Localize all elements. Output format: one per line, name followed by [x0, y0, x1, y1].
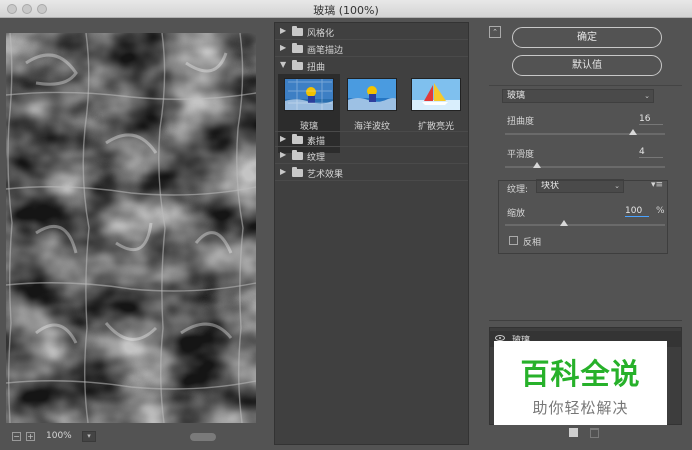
new-effect-layer-icon[interactable]	[569, 428, 578, 437]
category-label: 纹理	[307, 153, 326, 163]
category-brush-strokes[interactable]: ▶ 画笔描边	[275, 41, 468, 57]
watermark-subtitle: 助你轻松解决	[532, 399, 629, 417]
category-label: 素描	[307, 137, 326, 147]
smoothness-value[interactable]: 4	[639, 147, 663, 158]
settings-panel: ⌃ 确定 默认值 玻璃 ⌄ 扭曲度 16 平滑度 4 纹理: 块状 ⌄ ▾≡ 缩…	[489, 22, 682, 320]
disclosure-right-icon: ▶	[280, 26, 287, 35]
default-button[interactable]: 默认值	[512, 55, 662, 76]
smoothness-slider-thumb[interactable]	[533, 162, 541, 168]
divider	[489, 320, 682, 321]
category-artistic[interactable]: ▶ 艺术效果	[275, 165, 468, 181]
distortion-value[interactable]: 16	[639, 114, 663, 125]
glass-thumbnail-image	[284, 78, 334, 111]
filter-gallery: ▶ 风格化 ▶ 画笔描边 ▼ 扭曲 玻璃 海洋波纹 扩散亮光 ▶ 素描 ▶ 纹理…	[274, 22, 469, 445]
zoom-out-button[interactable]: −	[12, 432, 21, 441]
category-texture[interactable]: ▶ 纹理	[275, 148, 468, 164]
ok-button[interactable]: 确定	[512, 27, 662, 48]
disclosure-right-icon: ▶	[280, 150, 287, 159]
watermark-title: 百科全说	[520, 357, 641, 391]
folder-icon	[292, 150, 303, 160]
category-distort[interactable]: ▼ 扭曲	[275, 58, 468, 74]
disclosure-right-icon: ▶	[280, 43, 287, 52]
disclosure-down-icon: ▼	[280, 60, 287, 69]
window-title: 玻璃 (100%)	[313, 4, 379, 17]
collapse-gallery-button[interactable]: ⌃	[489, 26, 501, 38]
filter-select[interactable]: 玻璃 ⌄	[502, 89, 654, 103]
category-stylize[interactable]: ▶ 风格化	[275, 24, 468, 40]
chevron-down-icon: ▾	[87, 432, 91, 440]
preview-canvas[interactable]	[6, 33, 256, 423]
category-label: 扭曲	[307, 63, 326, 73]
distortion-slider-track[interactable]	[505, 133, 665, 135]
chevron-down-icon: ⌄	[644, 92, 650, 100]
category-sketch[interactable]: ▶ 素描	[275, 131, 468, 147]
folder-icon	[292, 43, 303, 53]
collapse-icon: ⌃	[492, 28, 498, 36]
zoom-bar: − + 100% ▾	[6, 428, 268, 444]
disclosure-right-icon: ▶	[280, 167, 287, 176]
title-bar: 玻璃 (100%)	[0, 0, 692, 18]
folder-icon	[292, 26, 303, 36]
trash-icon[interactable]	[590, 428, 599, 438]
smoothness-label: 平滑度	[507, 150, 535, 160]
ocean-ripple-thumbnail-image	[347, 78, 397, 111]
disclosure-right-icon: ▶	[280, 134, 287, 143]
watermark: 百科全说 助你轻松解决	[494, 341, 667, 425]
diffuse-glow-thumbnail-image	[411, 78, 461, 111]
filter-select-value: 玻璃	[507, 91, 526, 101]
folder-icon	[292, 134, 303, 144]
distortion-label: 扭曲度	[507, 117, 535, 127]
distortion-slider-thumb[interactable]	[629, 129, 637, 135]
category-label: 艺术效果	[307, 170, 344, 180]
glass-preview-image	[6, 33, 256, 423]
zoom-dropdown[interactable]: ▾	[82, 431, 96, 442]
zoom-in-button[interactable]: +	[26, 432, 35, 441]
texture-options-group	[498, 180, 668, 254]
folder-icon	[292, 167, 303, 177]
category-label: 画笔描边	[307, 46, 344, 56]
zoom-level: 100%	[46, 431, 72, 441]
divider	[489, 85, 682, 86]
horizontal-scrollbar[interactable]	[190, 433, 216, 441]
open-folder-icon	[292, 60, 303, 70]
smoothness-slider-track[interactable]	[505, 166, 665, 168]
category-label: 风格化	[307, 29, 335, 39]
